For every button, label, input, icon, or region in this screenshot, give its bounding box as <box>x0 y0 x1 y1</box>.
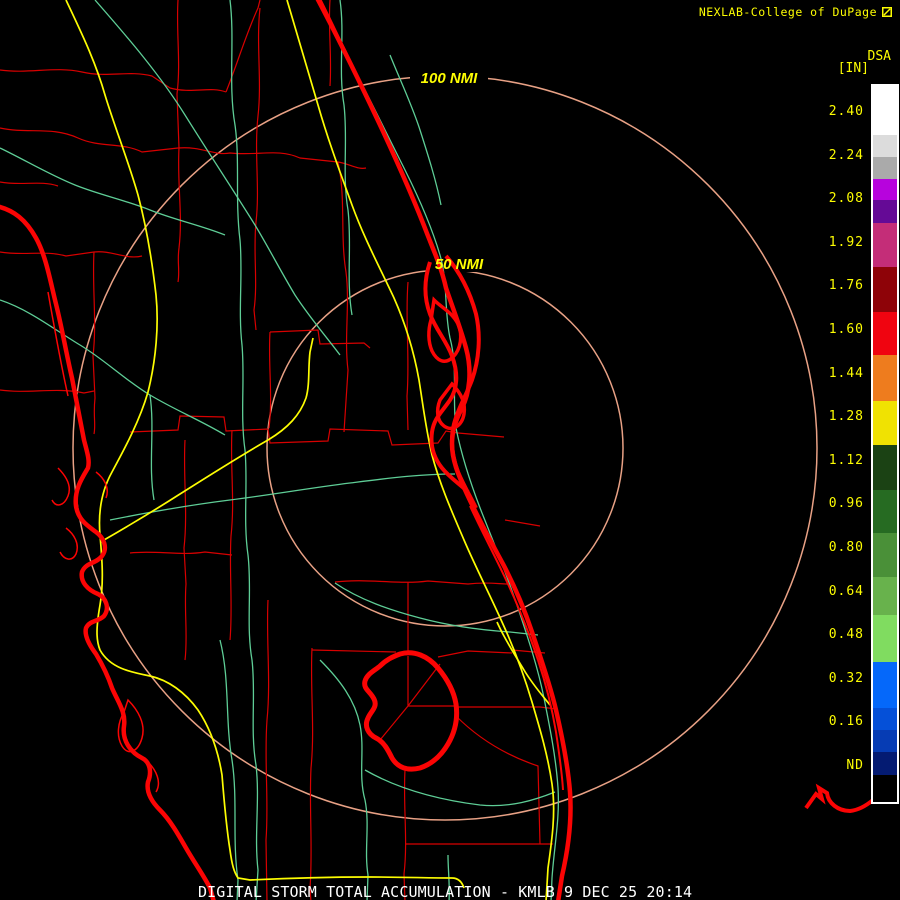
header-title: NEXLAB-College of DuPage <box>699 5 892 19</box>
ring-label-50nmi: 50 NMI <box>435 256 484 273</box>
road-i95 <box>286 0 555 900</box>
ring-50nmi <box>266 269 624 627</box>
colorbar-tick-label: 2.08 <box>828 191 864 206</box>
colorbar-segment <box>873 355 897 401</box>
colorbar-tick-label: 1.76 <box>828 278 864 293</box>
colorbar-tick-label: 1.28 <box>828 409 864 424</box>
colorbar-segment <box>873 490 897 533</box>
product-units: [IN] <box>837 61 869 76</box>
colorbar-segment <box>873 312 897 355</box>
colorbar-segment <box>873 86 897 135</box>
county-boundaries <box>0 0 558 900</box>
colorbar-segment <box>873 223 897 267</box>
colorbar <box>871 84 899 804</box>
colorbar-segment <box>873 157 897 179</box>
colorbar-segment <box>873 401 897 445</box>
tampa-bay-islets <box>47 291 108 560</box>
lake-okeechobee <box>362 650 460 772</box>
road-i4 <box>103 337 314 541</box>
colorbar-tick-label: 0.80 <box>828 540 864 555</box>
product-code: DSA <box>867 49 891 64</box>
colorbar-tick-label: 0.32 <box>828 671 864 686</box>
colorbar-segment <box>873 662 897 708</box>
colorbar-segment <box>873 730 897 752</box>
colorbar-tick-label: ND <box>846 758 864 773</box>
colorbar-tick-label: 2.40 <box>828 104 864 119</box>
square-diagonal-icon <box>882 7 892 17</box>
colorbar-segment <box>873 615 897 662</box>
colorbar-segment <box>873 179 897 200</box>
merritt-island-loop <box>427 296 463 363</box>
station-title-text: NEXLAB-College of DuPage <box>698 5 877 19</box>
indian-river-lagoon <box>469 505 564 791</box>
colorbar-tick-label: 1.92 <box>828 235 864 250</box>
colorbar-segment <box>873 708 897 730</box>
east-coastline <box>315 0 573 900</box>
colorbar-segment <box>873 533 897 577</box>
ring-label-100nmi: 100 NMI <box>421 70 479 87</box>
colorbar-tick-label: 2.24 <box>828 148 864 163</box>
colorbar-segment <box>873 445 897 490</box>
bahamas-coastline <box>804 783 875 814</box>
primary-roads <box>65 0 555 900</box>
colorbar-segment <box>873 135 897 157</box>
colorbar-tick-label: 1.12 <box>828 453 864 468</box>
secondary-roads <box>0 0 560 900</box>
coastlines <box>0 0 875 900</box>
colorbar-tick-label: 0.16 <box>828 714 864 729</box>
colorbar-tick-label: 0.96 <box>828 496 864 511</box>
colorbar-segment <box>873 752 897 775</box>
colorbar-segment <box>873 267 897 312</box>
florida-radar-map: 100 NMI 50 NMI <box>0 0 875 900</box>
radar-display: 100 NMI 50 NMI NEXLAB-College of DuPage … <box>0 0 900 900</box>
cape-lagoon-outer <box>444 254 481 509</box>
product-title-bar: DIGITAL STORM TOTAL ACCUMULATION - KMLB … <box>198 883 693 900</box>
colorbar-segment <box>873 577 897 615</box>
colorbar-tick-label: 1.44 <box>828 366 864 381</box>
colorbar-tick-label: 0.48 <box>828 627 864 642</box>
colorbar-segment <box>873 200 897 223</box>
colorbar-segment <box>873 775 897 802</box>
colorbar-tick-label: 0.64 <box>828 584 864 599</box>
colorbar-tick-label: 1.60 <box>828 322 864 337</box>
